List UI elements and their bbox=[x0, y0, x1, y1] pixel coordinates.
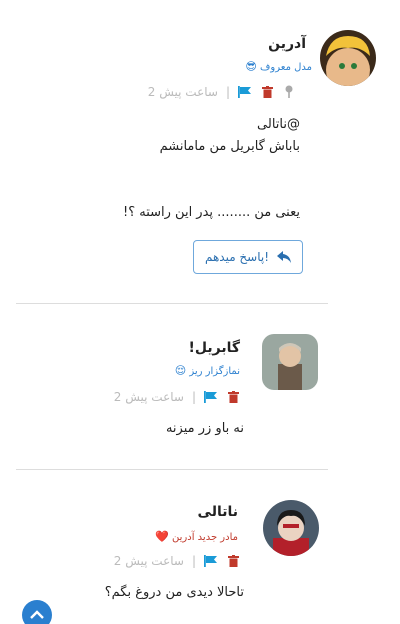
comment-line: باباش گابریل من مامانشم bbox=[159, 139, 300, 154]
comment-item: آدرین مدل معروف 😎 | 2 ساعت پیش @ناتالی ب… bbox=[0, 0, 400, 300]
comment-meta: | 2 ساعت پیش bbox=[114, 388, 240, 406]
chevron-up-icon bbox=[30, 608, 44, 622]
flag-icon[interactable] bbox=[204, 390, 218, 404]
avatar[interactable] bbox=[320, 30, 376, 86]
avatar[interactable] bbox=[263, 500, 319, 556]
author-name[interactable]: ناتالی bbox=[198, 504, 238, 520]
comment-item: گابریل! نمازگزار ریز 😌 | 2 ساعت پیش نه ب… bbox=[0, 304, 400, 470]
badge-label: مادر جدید آدرین bbox=[172, 532, 238, 543]
trash-icon[interactable] bbox=[260, 85, 274, 99]
badge-emoji: 😌 bbox=[174, 364, 187, 377]
reply-label: پاسخ میدهم! bbox=[204, 250, 270, 264]
meta-separator: | bbox=[191, 390, 196, 404]
meta-separator: | bbox=[191, 554, 196, 568]
avatar[interactable] bbox=[262, 334, 318, 390]
comment-item: ناتالی مادر جدید آدرین ❤️ | 2 ساعت پیش ت… bbox=[0, 470, 400, 624]
user-badge: نمازگزار ریز 😌 bbox=[173, 364, 240, 377]
comment-meta: | 2 ساعت پیش bbox=[148, 83, 296, 101]
comment-line: یعنی من ........ پدر این راسته ؟! bbox=[123, 205, 300, 220]
comment-time: 2 ساعت پیش bbox=[147, 85, 218, 99]
badge-label: مدل معروف bbox=[260, 62, 312, 73]
badge-emoji: ❤️ bbox=[155, 530, 169, 543]
comment-meta: | 2 ساعت پیش bbox=[114, 552, 240, 570]
flag-icon[interactable] bbox=[204, 554, 218, 568]
trash-icon[interactable] bbox=[226, 390, 240, 404]
flag-icon[interactable] bbox=[238, 85, 252, 99]
pin-icon[interactable] bbox=[282, 85, 296, 99]
badge-emoji: 😎 bbox=[245, 60, 257, 73]
badge-label: نمازگزار ریز bbox=[189, 366, 240, 377]
comment-line: نه باو زر میزنه bbox=[165, 421, 244, 436]
scroll-to-top-button[interactable] bbox=[22, 600, 52, 624]
comment-line: تاحالا دیدی من دروغ بگم؟ bbox=[104, 585, 244, 600]
user-badge: مادر جدید آدرین ❤️ bbox=[153, 530, 238, 543]
comment-thread: آدرین مدل معروف 😎 | 2 ساعت پیش @ناتالی ب… bbox=[0, 0, 400, 624]
author-name[interactable]: گابریل! bbox=[188, 340, 240, 356]
reply-button[interactable]: پاسخ میدهم! bbox=[193, 240, 303, 274]
user-badge: مدل معروف 😎 bbox=[243, 60, 312, 73]
reply-icon bbox=[277, 250, 292, 264]
comment-line: @ناتالی bbox=[257, 117, 300, 132]
author-name[interactable]: آدرین bbox=[268, 36, 306, 52]
meta-separator: | bbox=[225, 85, 230, 99]
trash-icon[interactable] bbox=[226, 554, 240, 568]
comment-time: 2 ساعت پیش bbox=[113, 554, 184, 568]
comment-time: 2 ساعت پیش bbox=[113, 390, 184, 404]
